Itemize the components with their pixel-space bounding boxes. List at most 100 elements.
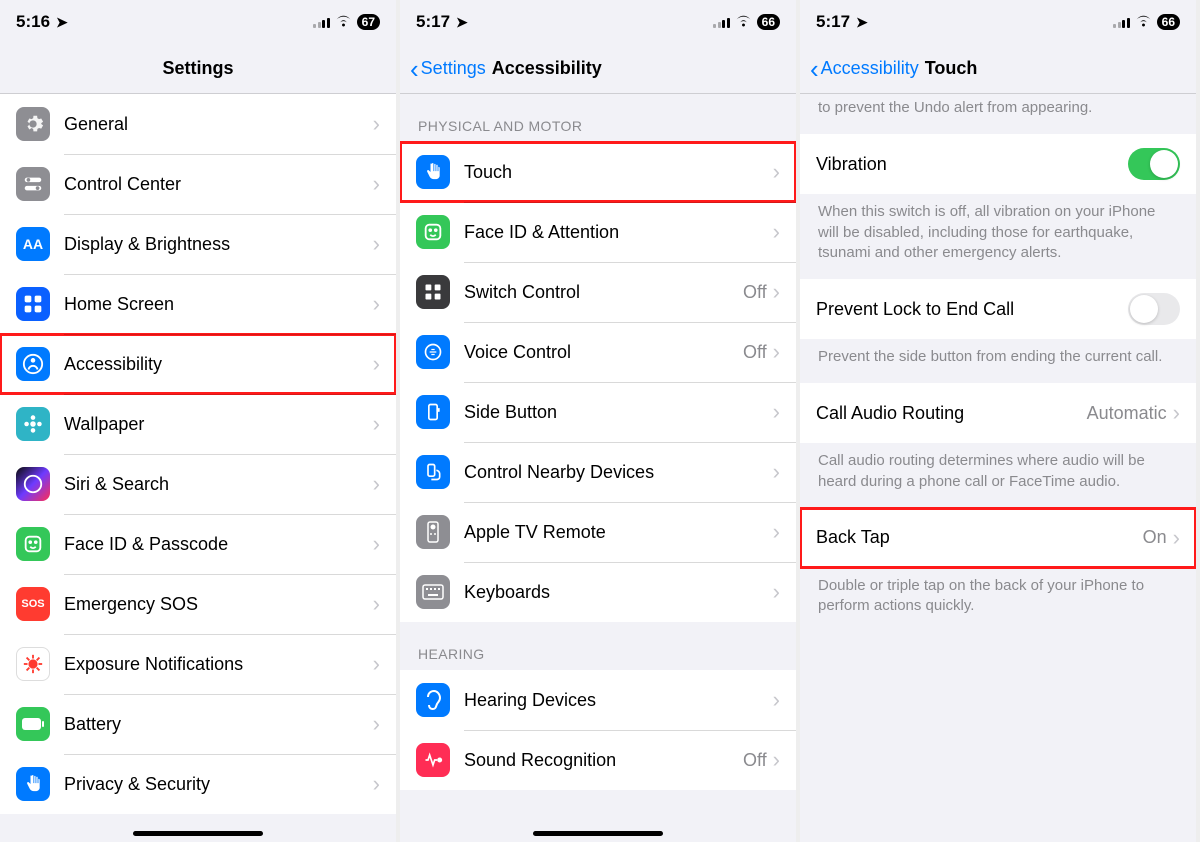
row-control-center[interactable]: Control Center› [0, 154, 396, 214]
status-time: 5:17 [816, 12, 850, 32]
row-label: Wallpaper [64, 414, 373, 435]
cellular-icon [313, 16, 330, 28]
row-label: Privacy & Security [64, 774, 373, 795]
row-wallpaper[interactable]: Wallpaper› [0, 394, 396, 454]
gear-icon [16, 107, 50, 141]
chevron-left-icon: ‹ [410, 56, 419, 82]
home-indicator[interactable] [133, 831, 263, 836]
row-sound-recognition[interactable]: Sound RecognitionOff› [400, 730, 796, 790]
row-exposure-notifications[interactable]: Exposure Notifications› [0, 634, 396, 694]
back-button[interactable]: ‹ Settings [410, 56, 486, 82]
row-label: General [64, 114, 373, 135]
row-vibration[interactable]: Vibration [800, 134, 1196, 194]
row-side-button[interactable]: Side Button› [400, 382, 796, 442]
battery-indicator: 67 [357, 14, 380, 30]
row-back-tap[interactable]: Back Tap On › [800, 508, 1196, 568]
page-title: Accessibility [492, 58, 602, 79]
row-face-id-passcode[interactable]: Face ID & Passcode› [0, 514, 396, 574]
chevron-right-icon: › [773, 747, 780, 773]
touch-settings[interactable]: to prevent the Undo alert from appearing… [800, 94, 1196, 842]
person-icon [16, 347, 50, 381]
row-keyboards[interactable]: Keyboards› [400, 562, 796, 622]
row-touch[interactable]: Touch› [400, 142, 796, 202]
row-control-nearby-devices[interactable]: Control Nearby Devices› [400, 442, 796, 502]
settings-list[interactable]: General›Control Center›AADisplay & Brigh… [0, 94, 396, 842]
grid-icon [16, 287, 50, 321]
row-apple-tv-remote[interactable]: Apple TV Remote› [400, 502, 796, 562]
row-label: Home Screen [64, 294, 373, 315]
row-label: Side Button [464, 402, 773, 423]
row-label: Siri & Search [64, 474, 373, 495]
ear-icon [416, 683, 450, 717]
SOS-icon: SOS [16, 587, 50, 621]
row-voice-control[interactable]: Voice ControlOff› [400, 322, 796, 382]
virus-icon [16, 647, 50, 681]
AA-icon: AA [16, 227, 50, 261]
row-home-screen[interactable]: Home Screen› [0, 274, 396, 334]
remote-icon [416, 515, 450, 549]
back-button[interactable]: ‹ Accessibility [810, 56, 919, 82]
nav-bar: Settings [0, 44, 396, 94]
row-label: Vibration [816, 154, 1128, 175]
row-hearing-devices[interactable]: Hearing Devices› [400, 670, 796, 730]
chevron-right-icon: › [773, 279, 780, 305]
row-call-audio-routing[interactable]: Call Audio Routing Automatic › [800, 383, 1196, 443]
location-icon: ➤ [56, 14, 68, 31]
chevron-right-icon: › [773, 459, 780, 485]
cellular-icon [713, 16, 730, 28]
page-title: Touch [925, 58, 978, 79]
row-general[interactable]: General› [0, 94, 396, 154]
chevron-left-icon: ‹ [810, 56, 819, 82]
toggle-prevent-lock[interactable] [1128, 293, 1180, 325]
hand-icon [416, 155, 450, 189]
row-prevent-lock[interactable]: Prevent Lock to End Call [800, 279, 1196, 339]
back-label: Settings [421, 58, 486, 79]
row-label: Control Nearby Devices [464, 462, 773, 483]
desc-back-tap: Double or triple tap on the back of your… [800, 568, 1196, 633]
chevron-right-icon: › [373, 591, 380, 617]
row-privacy-security[interactable]: Privacy & Security› [0, 754, 396, 814]
row-value: Off [743, 342, 767, 363]
toggle-vibration[interactable] [1128, 148, 1180, 180]
desc-cutoff: to prevent the Undo alert from appearing… [800, 94, 1196, 134]
row-label: Emergency SOS [64, 594, 373, 615]
siri-icon [16, 467, 50, 501]
row-label: Control Center [64, 174, 373, 195]
location-icon: ➤ [856, 14, 868, 31]
row-face-id-attention[interactable]: Face ID & Attention› [400, 202, 796, 262]
chevron-right-icon: › [373, 651, 380, 677]
chevron-right-icon: › [773, 399, 780, 425]
status-bar: 5:17 ➤ 66 [400, 0, 796, 44]
chevron-right-icon: › [373, 411, 380, 437]
row-emergency-sos[interactable]: SOS Emergency SOS› [0, 574, 396, 634]
flower-icon [16, 407, 50, 441]
row-label: Sound Recognition [464, 750, 743, 771]
chevron-right-icon: › [773, 579, 780, 605]
row-switch-control[interactable]: Switch ControlOff› [400, 262, 796, 322]
row-value: On [1143, 527, 1167, 548]
battery-indicator: 66 [757, 14, 780, 30]
chevron-right-icon: › [1173, 525, 1180, 551]
face-icon [416, 215, 450, 249]
row-label: Apple TV Remote [464, 522, 773, 543]
row-value: Automatic [1087, 403, 1167, 424]
batt-icon [16, 707, 50, 741]
chevron-right-icon: › [373, 531, 380, 557]
row-battery[interactable]: Battery› [0, 694, 396, 754]
home-indicator[interactable] [533, 831, 663, 836]
row-label: Battery [64, 714, 373, 735]
accessibility-list[interactable]: Physical and Motor Touch›Face ID & Atten… [400, 94, 796, 842]
cellular-icon [1113, 16, 1130, 28]
desc-prevent-lock: Prevent the side button from ending the … [800, 339, 1196, 383]
row-display-brightness[interactable]: AADisplay & Brightness› [0, 214, 396, 274]
section-hearing: Hearing [400, 622, 796, 670]
status-time: 5:16 [16, 12, 50, 32]
row-accessibility[interactable]: Accessibility› [0, 334, 396, 394]
chevron-right-icon: › [373, 771, 380, 797]
row-siri-search[interactable]: Siri & Search› [0, 454, 396, 514]
row-value: Off [743, 282, 767, 303]
status-bar: 5:17 ➤ 66 [800, 0, 1196, 44]
chevron-right-icon: › [373, 231, 380, 257]
nav-bar: ‹ Accessibility Touch [800, 44, 1196, 94]
chevron-right-icon: › [773, 687, 780, 713]
